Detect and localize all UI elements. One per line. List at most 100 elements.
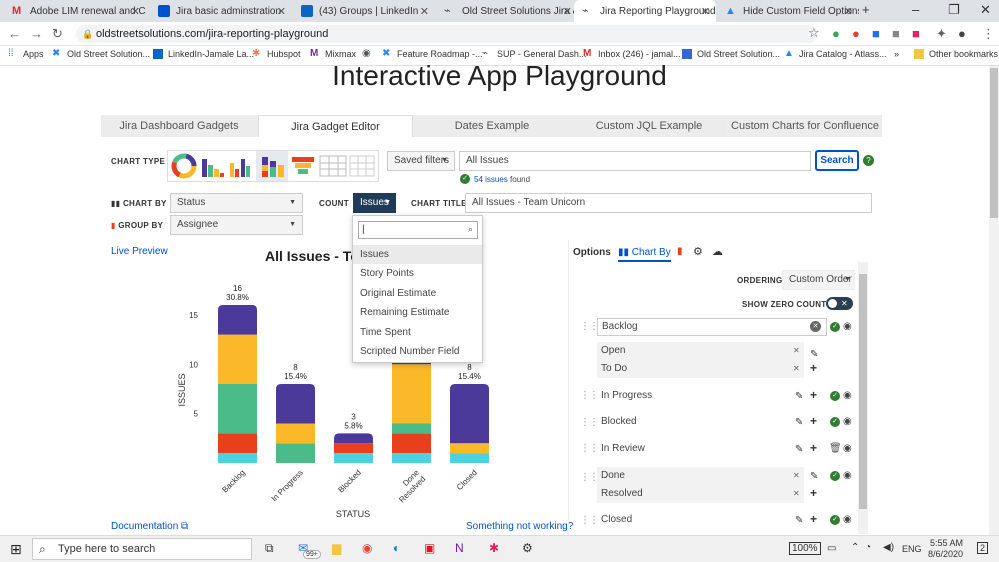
documentation-link[interactable]: Documentation ⧉	[111, 521, 188, 532]
close-icon[interactable]: ✕	[420, 5, 429, 18]
forward-icon[interactable]: →	[30, 26, 43, 41]
app-icon[interactable]: ▣	[424, 541, 435, 555]
clock-time[interactable]: 5:55 AM	[930, 538, 963, 548]
pencil-icon[interactable]: ✎	[810, 349, 818, 361]
eye-icon[interactable]: ◉	[843, 321, 852, 333]
plus-icon[interactable]: +	[810, 415, 817, 427]
eye-icon[interactable]: ◉	[843, 443, 852, 455]
eye-icon[interactable]: ◉	[843, 390, 852, 402]
tab-dates-example[interactable]: Dates Example	[414, 115, 570, 137]
task-view-icon[interactable]: ⧉	[265, 541, 274, 556]
dropdown-option[interactable]: Time Spent	[353, 323, 482, 342]
close-icon[interactable]: ✕	[563, 5, 572, 18]
plus-icon[interactable]: +	[810, 513, 817, 525]
drag-handle-icon[interactable]: ⋮⋮	[580, 321, 599, 332]
bookmark[interactable]: M Mixmax	[310, 49, 356, 60]
bar-segment[interactable]	[276, 423, 315, 444]
browser-tab[interactable]: M Adobe LIM renewal and Cust✕	[4, 0, 146, 22]
drag-handle-icon[interactable]: ⋮⋮	[580, 515, 599, 526]
plus-icon[interactable]: +	[810, 442, 817, 454]
settings-icon[interactable]: ⚙	[522, 541, 533, 555]
page-scrollbar-thumb[interactable]	[990, 68, 998, 218]
check-icon[interactable]: ✓	[830, 322, 840, 332]
bookmark[interactable]: ✱ Hubspot	[252, 49, 301, 60]
star-icon[interactable]: ☆	[808, 25, 820, 41]
browser-tab[interactable]: ⌁ Old Street Solutions Jira & C ✕	[436, 0, 578, 22]
close-icon[interactable]: ✕	[277, 5, 286, 18]
chevron-up-icon[interactable]: ⌃	[851, 542, 859, 553]
group-by-tab-icon[interactable]: ▮	[677, 246, 683, 257]
bookmark[interactable]: LinkedIn-Jamale La...	[153, 49, 254, 59]
bar-segment[interactable]	[218, 305, 257, 335]
edge-icon[interactable]: ◐	[393, 541, 400, 555]
file-explorer-icon[interactable]: ▆	[332, 541, 341, 555]
slack-icon[interactable]: ✱	[489, 541, 499, 555]
remove-icon[interactable]: ✕	[793, 488, 800, 500]
maximize-icon[interactable]: ❐	[948, 2, 960, 18]
pencil-icon[interactable]: ✎	[795, 417, 803, 429]
grammarly-icon[interactable]: ●	[832, 26, 840, 41]
notification-center-icon[interactable]: 2	[977, 542, 989, 554]
pencil-icon[interactable]: ✎	[795, 444, 803, 456]
tab-gadget-editor[interactable]: Jira Gadget Editor	[258, 115, 413, 137]
extensions-puzzle-icon[interactable]: ✦	[936, 26, 947, 42]
bar-segment[interactable]	[276, 443, 315, 463]
close-icon[interactable]: ✕	[701, 5, 710, 18]
url-field[interactable]: 🔒 oldstreetsolutions.com/jira-reporting-…	[76, 25, 818, 43]
scrollbar-thumb[interactable]	[859, 274, 867, 509]
check-icon[interactable]: ✓	[830, 417, 840, 427]
bookmark[interactable]: ▲ Jira Catalog - Atlass...	[784, 49, 887, 60]
ordering-select[interactable]: Custom Order ▼	[782, 270, 855, 290]
clear-icon[interactable]: ✕	[810, 321, 821, 332]
browser-tab[interactable]: ▲ Hide Custom Field Options ✕	[717, 0, 859, 22]
trash-icon[interactable]: 🗑	[829, 443, 842, 455]
tab-custom-charts[interactable]: Custom Charts for Confluence	[728, 115, 882, 137]
check-icon[interactable]: ✓	[830, 391, 840, 401]
options-tab[interactable]: Options	[573, 247, 611, 258]
bar-segment[interactable]	[218, 453, 257, 463]
plus-icon[interactable]: +	[810, 389, 817, 401]
check-icon[interactable]: ✓	[830, 515, 840, 525]
browser-tab[interactable]: Jira basic adminstration ✕	[150, 0, 292, 22]
saved-filters-dropdown[interactable]: Saved filters ▼	[387, 151, 455, 171]
sync-icon[interactable]: ☁	[712, 245, 723, 258]
show-zero-toggle[interactable]: ✕	[826, 297, 853, 310]
dropdown-search-input[interactable]: | ⌕	[358, 221, 478, 239]
bookmark-apps[interactable]: ⁞⁞ Apps	[8, 49, 44, 60]
tab-dashboard-gadgets[interactable]: Jira Dashboard Gadgets	[101, 115, 257, 137]
bar-segment[interactable]	[334, 443, 373, 454]
bookmarks-overflow[interactable]: »	[894, 49, 899, 59]
bar-segment[interactable]	[276, 384, 315, 424]
bar-segment[interactable]	[392, 423, 431, 434]
eye-icon[interactable]: ◉	[843, 514, 852, 526]
volume-icon[interactable]: ◀)	[883, 542, 894, 553]
bar-segment[interactable]	[392, 364, 431, 424]
chart-title-input[interactable]: All Issues - Team Unicorn	[465, 193, 872, 213]
something-wrong-link[interactable]: Something not working?	[466, 521, 573, 532]
help-icon[interactable]: ?	[863, 155, 874, 166]
drag-handle-icon[interactable]: ⋮⋮	[580, 443, 599, 454]
bar-segment[interactable]	[450, 443, 489, 454]
tab-custom-jql[interactable]: Custom JQL Example	[571, 115, 727, 137]
plus-icon[interactable]: +	[810, 487, 817, 499]
jql-input[interactable]: All Issues	[459, 151, 811, 171]
count-select[interactable]: Issues ▼	[353, 193, 396, 213]
bar-segment[interactable]	[218, 384, 257, 434]
minimize-icon[interactable]: –	[912, 2, 919, 17]
dropdown-option[interactable]: Issues	[353, 245, 482, 264]
battery-icon[interactable]: ▭	[827, 543, 836, 554]
pencil-icon[interactable]: ✎	[795, 515, 803, 527]
remove-icon[interactable]: ✕	[793, 363, 800, 375]
close-window-icon[interactable]: ✕	[980, 2, 991, 18]
pencil-icon[interactable]: ✎	[810, 471, 818, 483]
eye-icon[interactable]: ◉	[843, 416, 852, 428]
live-preview-link[interactable]: Live Preview	[111, 246, 168, 257]
browser-tab[interactable]: (43) Groups | LinkedIn ✕	[293, 0, 435, 22]
extension-icon[interactable]: ■	[912, 26, 920, 41]
group-by-select[interactable]: Assignee ▼	[170, 215, 303, 235]
bar-segment[interactable]	[450, 384, 489, 444]
close-icon[interactable]: ✕	[131, 5, 140, 18]
group-name-input[interactable]: Backlog	[597, 318, 827, 336]
extension-icon[interactable]: ■	[872, 26, 880, 41]
bar-segment[interactable]	[392, 433, 431, 454]
